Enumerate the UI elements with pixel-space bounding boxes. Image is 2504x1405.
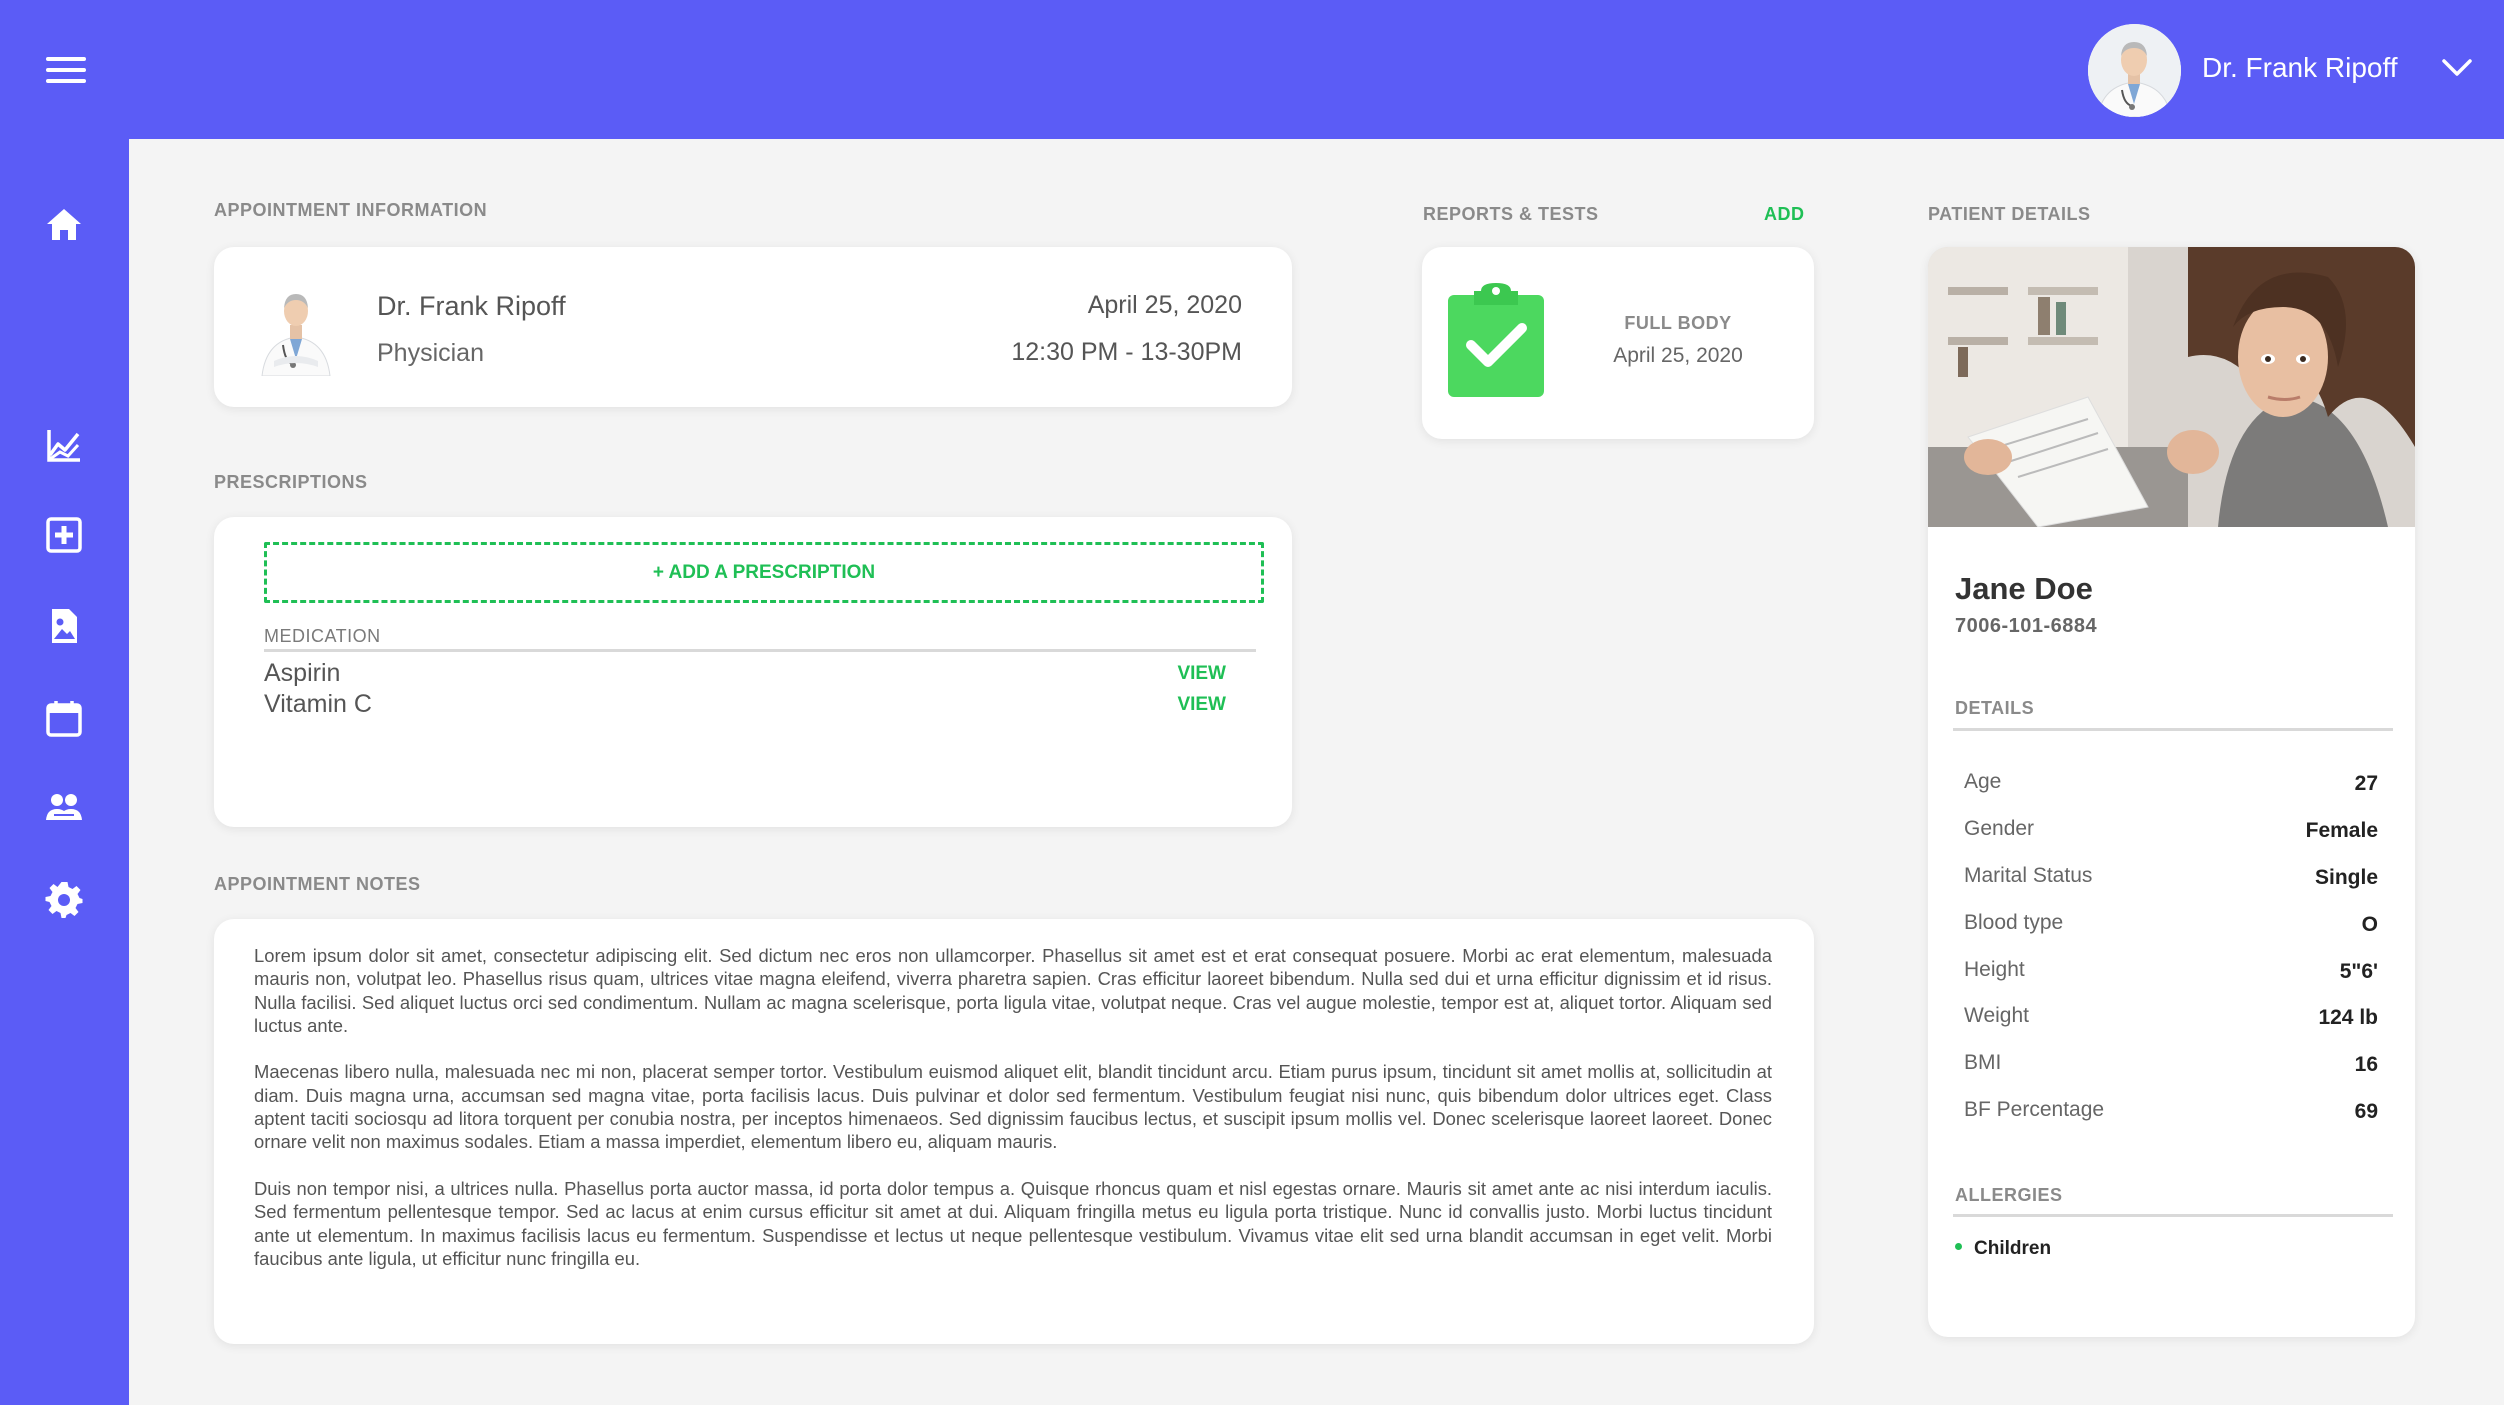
notes-paragraph: Lorem ipsum dolor sit amet, consectetur … — [254, 945, 1772, 1036]
prescriptions-card: + ADD A PRESCRIPTION MEDICATION Aspirin … — [214, 517, 1292, 827]
appointment-date: April 25, 2020 — [1087, 291, 1242, 319]
home-icon[interactable] — [44, 205, 84, 245]
patient-section-label: PATIENT DETAILS — [1928, 204, 2091, 224]
detail-value: O — [2361, 913, 2378, 936]
user-name: Dr. Frank Ripoff — [2202, 52, 2398, 83]
detail-value: 69 — [2354, 1100, 2378, 1123]
appointment-card: Dr. Frank Ripoff Physician April 25, 202… — [214, 247, 1292, 407]
patient-name: Jane Doe — [1955, 571, 2093, 606]
allergies-label: ALLERGIES — [1955, 1185, 2063, 1205]
detail-value: Single — [2314, 866, 2378, 889]
reports-section-label: REPORTS & TESTS — [1423, 204, 1599, 224]
bullet-dot-icon — [1955, 1243, 1962, 1251]
appointment-section-label: APPOINTMENT INFORMATION — [214, 200, 488, 220]
user-menu[interactable]: Dr. Frank Ripoff — [2064, 0, 2504, 139]
patient-card: Jane Doe 7006-101-6884 DETAILS Age 27 Ge… — [1928, 247, 2415, 1337]
chart-icon[interactable] — [44, 425, 84, 465]
divider — [1953, 728, 2393, 731]
detail-key: Blood type — [1964, 911, 2064, 934]
view-medication-button[interactable]: VIEW — [1177, 663, 1226, 685]
sidebar — [0, 139, 129, 1405]
detail-row-bf-percentage: BF Percentage 69 — [1964, 1098, 2378, 1128]
detail-value: 27 — [2354, 772, 2378, 795]
medication-name: Vitamin C — [264, 690, 372, 718]
appointment-notes-text: Lorem ipsum dolor sit amet, consectetur … — [254, 944, 1772, 1293]
detail-key: Gender — [1964, 817, 2035, 840]
allergy-name: Children — [1974, 1238, 2052, 1259]
patient-photo — [1928, 247, 2415, 527]
appointment-time: 12:30 PM - 13-30PM — [1011, 338, 1242, 366]
prescriptions-section-label: PRESCRIPTIONS — [214, 472, 368, 492]
doctor-avatar — [261, 294, 331, 376]
detail-row-weight: Weight 124 lb — [1964, 1004, 2378, 1034]
report-title: FULL BODY — [1624, 313, 1732, 333]
detail-value: Female — [2305, 819, 2378, 842]
clipboard-check-icon — [1448, 283, 1544, 397]
medical-box-icon[interactable] — [44, 515, 84, 555]
detail-key: Weight — [1964, 1004, 2029, 1027]
hamburger-menu-icon[interactable] — [46, 57, 86, 83]
avatar — [2088, 24, 2181, 117]
details-label: DETAILS — [1955, 698, 2035, 718]
doctor-name: Dr. Frank Ripoff — [377, 291, 566, 321]
detail-row-gender: Gender Female — [1964, 817, 2378, 847]
doctor-role: Physician — [377, 339, 484, 367]
detail-row-blood-type: Blood type O — [1964, 911, 2378, 941]
detail-row-bmi: BMI 16 — [1964, 1051, 2378, 1081]
notes-card: Lorem ipsum dolor sit amet, consectetur … — [214, 919, 1814, 1344]
calendar-icon[interactable] — [44, 698, 84, 738]
notes-paragraph: Maecenas libero nulla, malesuada nec mi … — [254, 1061, 1772, 1153]
medication-name: Aspirin — [264, 659, 341, 687]
gear-icon[interactable] — [44, 880, 84, 920]
list-item: Vitamin C VIEW — [264, 690, 1256, 720]
chevron-down-icon[interactable] — [2440, 55, 2474, 79]
report-date: April 25, 2020 — [1613, 344, 1743, 367]
add-report-link[interactable]: ADD — [1764, 204, 1805, 225]
detail-value: 5"6' — [2339, 960, 2378, 983]
notes-section-label: APPOINTMENT NOTES — [214, 874, 421, 894]
add-prescription-button[interactable]: + ADD A PRESCRIPTION — [264, 542, 1264, 603]
divider — [1953, 1214, 2393, 1217]
view-medication-button[interactable]: VIEW — [1177, 694, 1226, 716]
detail-key: Marital Status — [1964, 864, 2093, 887]
people-icon[interactable] — [44, 788, 84, 828]
top-bar: Dr. Frank Ripoff — [0, 0, 2504, 139]
detail-key: BF Percentage — [1964, 1098, 2105, 1121]
detail-row-marital-status: Marital Status Single — [1964, 864, 2378, 894]
allergy-item: Children — [1955, 1238, 2051, 1260]
detail-value: 124 lb — [2318, 1006, 2378, 1029]
detail-key: Age — [1964, 770, 2002, 793]
detail-key: Height — [1964, 958, 2025, 981]
detail-row-height: Height 5"6' — [1964, 958, 2378, 988]
report-card[interactable]: FULL BODY April 25, 2020 — [1422, 247, 1814, 439]
detail-key: BMI — [1964, 1051, 2002, 1074]
image-file-icon[interactable] — [44, 606, 84, 646]
patient-id: 7006-101-6884 — [1955, 615, 2098, 637]
medication-column-header: MEDICATION — [264, 626, 1256, 652]
notes-paragraph: Duis non tempor nisi, a ultrices nulla. … — [254, 1177, 1772, 1269]
detail-row-age: Age 27 — [1964, 770, 2378, 800]
detail-value: 16 — [2354, 1053, 2378, 1076]
list-item: Aspirin VIEW — [264, 659, 1256, 689]
